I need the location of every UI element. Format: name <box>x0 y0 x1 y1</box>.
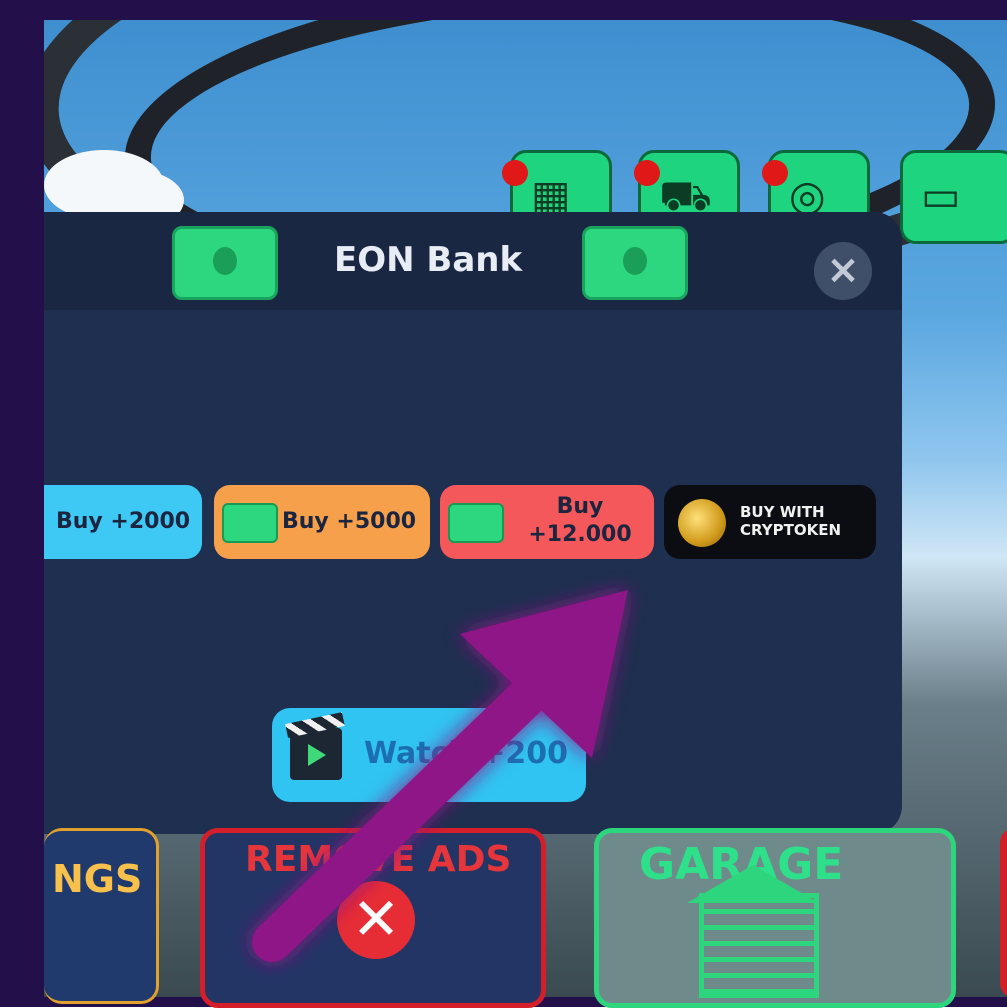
close-button[interactable]: × <box>814 242 872 300</box>
garage-card[interactable]: GARAGE <box>594 828 956 1008</box>
buy-with-crypto-label: BUY WITH CRYPTOKEN <box>740 503 842 539</box>
close-icon: ✕ <box>337 881 415 959</box>
side-card[interactable] <box>1000 828 1007 998</box>
buy-with-crypto-button[interactable]: BUY WITH CRYPTOKEN <box>664 485 876 559</box>
cash-icon <box>172 226 278 300</box>
garage-door-icon <box>699 893 819 998</box>
coin-icon <box>678 499 726 547</box>
remove-ads-card[interactable]: REMOVE ADS ✕ <box>200 828 546 1008</box>
cash-icon <box>448 503 504 543</box>
settings-card[interactable]: NGS <box>44 828 159 1004</box>
buy-2000-button[interactable]: Buy +2000 <box>44 485 202 559</box>
cash-icon[interactable]: ▭ <box>900 150 1007 244</box>
remove-ads-label: REMOVE ADS <box>245 839 512 880</box>
notification-dot <box>502 160 528 186</box>
close-icon: × <box>826 247 860 293</box>
bank-header: EON Bank × <box>44 212 902 310</box>
clapperboard-icon <box>290 728 342 780</box>
buy-12000-button[interactable]: Buy +12.000 <box>440 485 654 559</box>
watch-ad-button[interactable]: Watch +200 <box>272 708 586 802</box>
settings-card-label: NGS <box>52 857 143 901</box>
buy-2000-label: Buy +2000 <box>56 509 191 534</box>
buy-5000-button[interactable]: Buy +5000 <box>214 485 430 559</box>
watch-ad-label: Watch +200 <box>364 736 568 771</box>
bank-title: EON Bank <box>334 240 523 280</box>
buy-12000-label: Buy +12.000 <box>528 494 632 547</box>
cash-icon <box>222 503 278 543</box>
bank-panel: EON Bank × Buy +2000 Buy +5000 Buy +12.0… <box>44 212 902 834</box>
notification-dot <box>762 160 788 186</box>
buy-5000-label: Buy +5000 <box>282 509 417 534</box>
cash-icon <box>582 226 688 300</box>
notification-dot <box>634 160 660 186</box>
